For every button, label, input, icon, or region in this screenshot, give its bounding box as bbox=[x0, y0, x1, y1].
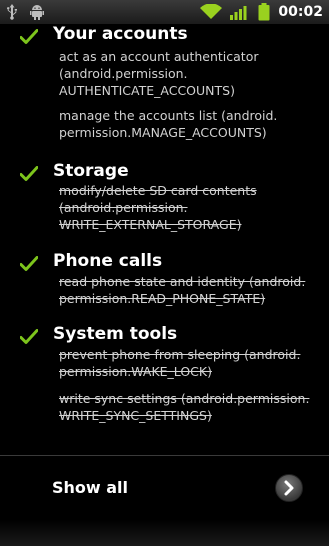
section-title: Storage bbox=[53, 161, 129, 181]
check-icon bbox=[19, 329, 39, 349]
permission-item: prevent phone from sleeping (android. pe… bbox=[59, 347, 301, 379]
permission-item: manage the accounts list (android. permi… bbox=[59, 108, 278, 140]
section-title: Your accounts bbox=[53, 25, 188, 44]
section-title: Phone calls bbox=[53, 251, 163, 271]
permission-item: act as an account authenticator (android… bbox=[59, 49, 259, 98]
show-all-row[interactable]: Show all bbox=[0, 456, 329, 520]
clock-time: 00:02 bbox=[278, 4, 323, 20]
section-storage: Storage modify/delete SD card contents (… bbox=[0, 161, 329, 241]
permission-item: modify/delete SD card contents (android.… bbox=[59, 183, 257, 232]
check-icon bbox=[19, 29, 39, 49]
permissions-list[interactable]: Your accounts act as an account authenti… bbox=[0, 25, 329, 455]
check-icon bbox=[19, 166, 39, 186]
permission-item: write sync settings (android.permission.… bbox=[59, 391, 310, 423]
section-phone-calls: Phone calls read phone state and identit… bbox=[0, 251, 329, 311]
android-debug-icon bbox=[30, 4, 44, 20]
bottom-bar bbox=[0, 520, 329, 546]
chevron-right-icon bbox=[284, 480, 294, 496]
check-icon bbox=[19, 256, 39, 276]
show-all-label: Show all bbox=[52, 478, 129, 497]
section-system-tools: System tools prevent phone from sleeping… bbox=[0, 324, 329, 434]
status-bar: 00:02 bbox=[0, 0, 329, 25]
section-title: System tools bbox=[53, 324, 178, 344]
usb-icon bbox=[6, 4, 18, 20]
wifi-icon bbox=[200, 4, 223, 20]
permission-item: read phone state and identity (android. … bbox=[59, 274, 306, 306]
signal-icon bbox=[230, 4, 250, 20]
section-your-accounts: Your accounts act as an account authenti… bbox=[0, 25, 329, 145]
show-all-button[interactable] bbox=[275, 474, 303, 502]
battery-icon bbox=[258, 3, 270, 21]
